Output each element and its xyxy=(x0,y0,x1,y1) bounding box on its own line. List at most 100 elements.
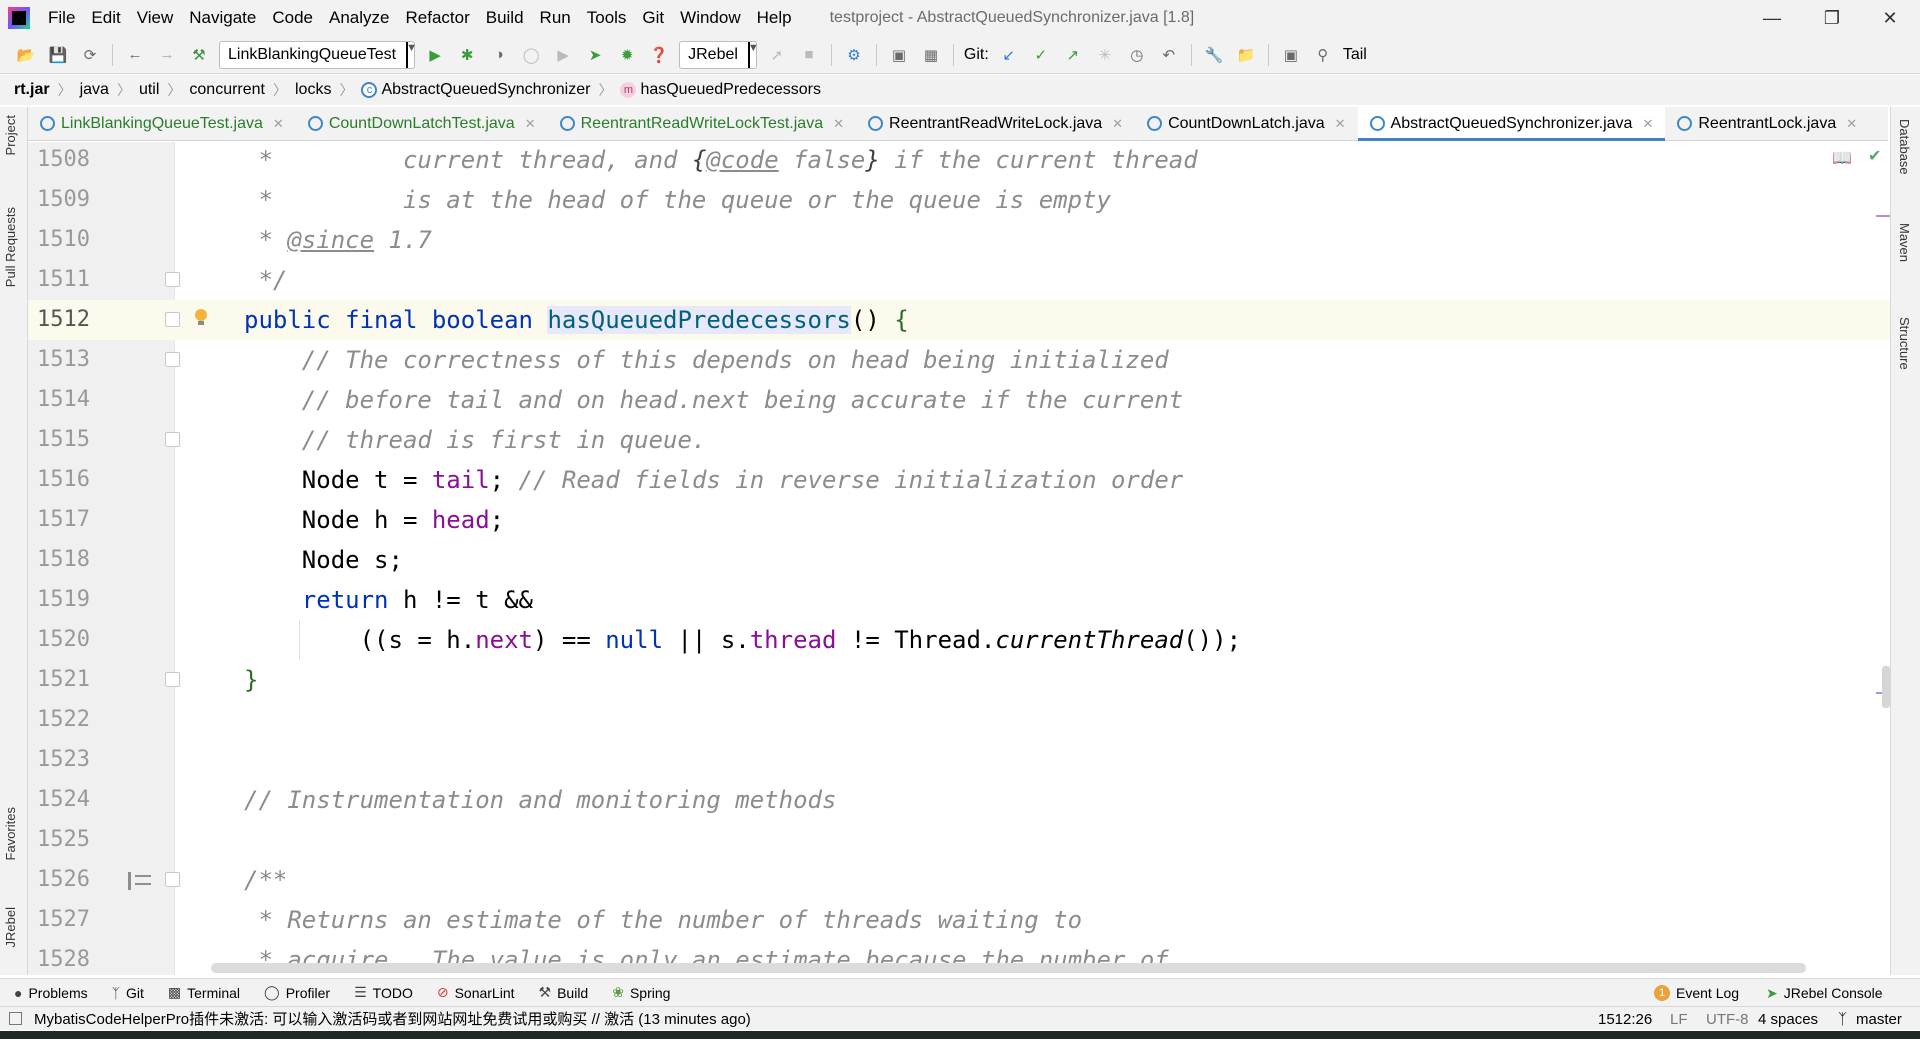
tab-reentrantlock[interactable]: ReentrantLock.java ✕ xyxy=(1665,107,1869,140)
presentation-icon[interactable]: ▣ xyxy=(1281,45,1301,65)
update-icon[interactable]: ⚙ xyxy=(844,45,864,65)
open-folder-icon[interactable]: 📂 xyxy=(16,45,36,65)
project-tool-button[interactable]: Project xyxy=(3,115,18,155)
jrebel-select[interactable]: JRebel ▼ xyxy=(679,40,759,69)
close-icon[interactable]: ✕ xyxy=(1335,116,1346,132)
fold-marker-icon[interactable] xyxy=(165,672,180,687)
build-tool-button[interactable]: ⚒ Build xyxy=(539,984,589,1001)
breadcrumb-util[interactable]: util xyxy=(139,81,159,99)
todo-tool-button[interactable]: ☰ TODO xyxy=(354,984,413,1001)
tab-countdownlatch[interactable]: CountDownLatch.java ✕ xyxy=(1135,107,1357,140)
menu-tools[interactable]: Tools xyxy=(581,8,633,28)
project-structure-icon[interactable]: 📁 xyxy=(1236,45,1256,65)
coverage-icon[interactable]: ◑ xyxy=(489,45,509,65)
breadcrumb-java[interactable]: java xyxy=(80,81,109,99)
forward-arrow-icon[interactable]: → xyxy=(157,45,177,65)
code-editor[interactable]: 1508 * current thread, and {@code false}… xyxy=(28,142,1890,975)
more-run-icon[interactable]: ▶ xyxy=(553,45,573,65)
git-history-icon[interactable]: ◷ xyxy=(1127,45,1147,65)
close-icon[interactable]: ✕ xyxy=(273,116,284,132)
lightbulb-icon[interactable] xyxy=(194,309,208,327)
restore-icon[interactable]: ❐ xyxy=(1802,0,1862,36)
menu-code[interactable]: Code xyxy=(266,8,319,28)
line-separator[interactable]: LF xyxy=(1670,1007,1688,1031)
menu-git[interactable]: Git xyxy=(636,8,670,28)
menu-window[interactable]: Window xyxy=(674,8,746,28)
stop-icon[interactable]: ■ xyxy=(799,45,819,65)
menu-navigate[interactable]: Navigate xyxy=(183,8,262,28)
tab-reentrantreadwritelocktest[interactable]: ReentrantReadWriteLockTest.java ✕ xyxy=(548,107,856,140)
close-icon[interactable]: ✕ xyxy=(525,116,536,132)
terminal-tool-button[interactable]: ▩ Terminal xyxy=(168,984,240,1001)
git-commit-icon[interactable]: ✓ xyxy=(1031,45,1051,65)
close-icon[interactable]: ✕ xyxy=(833,116,844,132)
back-arrow-icon[interactable]: ← xyxy=(125,45,145,65)
fold-marker-icon[interactable] xyxy=(165,352,180,367)
scroll-marker[interactable] xyxy=(1876,215,1890,217)
git-branch-label[interactable]: master xyxy=(1856,1007,1902,1031)
favorites-tool-button[interactable]: Favorites xyxy=(3,807,18,860)
inspection-ok-icon[interactable]: ✔ xyxy=(1868,146,1881,166)
help-icon[interactable]: ❓ xyxy=(649,45,669,65)
indent-setting[interactable]: 4 spaces xyxy=(1758,1007,1818,1031)
status-message[interactable]: MybatisCodeHelperPro插件未激活: 可以输入激活码或者到网站网… xyxy=(34,1008,751,1029)
menu-refactor[interactable]: Refactor xyxy=(399,8,475,28)
profile-icon[interactable]: ◯ xyxy=(521,45,541,65)
tail-button[interactable]: Tail xyxy=(1343,46,1367,64)
spring-tool-button[interactable]: ❀ Spring xyxy=(612,984,670,1001)
debug-icon[interactable]: ✱ xyxy=(457,45,477,65)
jrebel-debug-icon[interactable]: ✹ xyxy=(617,45,637,65)
jrebel-tool-button[interactable]: JRebel xyxy=(3,907,18,947)
structure-tool-button[interactable]: Structure xyxy=(1897,317,1912,370)
problems-tool-button[interactable]: ● Problems xyxy=(14,985,88,1001)
device-icon[interactable]: ▣ xyxy=(889,45,909,65)
menu-analyze[interactable]: Analyze xyxy=(323,8,395,28)
sdk-icon[interactable]: ▦ xyxy=(921,45,941,65)
git-branch-icon[interactable]: ✳ xyxy=(1095,45,1115,65)
file-encoding[interactable]: UTF-8 xyxy=(1706,1007,1749,1031)
status-toggle-icon[interactable] xyxy=(9,1012,22,1025)
fold-marker-icon[interactable] xyxy=(165,432,180,447)
menu-file[interactable]: File xyxy=(42,8,81,28)
event-log-button[interactable]: 1 Event Log xyxy=(1654,979,1739,1007)
run-config-select[interactable]: LinkBlankingQueueTest ▼ xyxy=(219,40,417,69)
breadcrumb-concurrent[interactable]: concurrent xyxy=(189,81,265,99)
build-hammer-icon[interactable]: ⚒ xyxy=(189,45,209,65)
breadcrumb-rt-jar[interactable]: rt.jar xyxy=(14,81,50,99)
git-push-icon[interactable]: ↗ xyxy=(1063,45,1083,65)
breadcrumb-class[interactable]: AbstractQueuedSynchronizer xyxy=(381,81,590,99)
javadoc-render-icon[interactable] xyxy=(128,872,151,890)
database-tool-button[interactable]: Database xyxy=(1897,119,1912,175)
save-all-icon[interactable]: 💾 xyxy=(48,45,68,65)
git-tool-button[interactable]: ᛉ Git xyxy=(112,985,144,1001)
fold-marker-icon[interactable] xyxy=(165,312,180,327)
sonarlint-tool-button[interactable]: ⊘ SonarLint xyxy=(437,984,515,1001)
settings-wrench-icon[interactable]: 🔧 xyxy=(1204,45,1224,65)
menu-build[interactable]: Build xyxy=(480,8,530,28)
minimize-icon[interactable]: — xyxy=(1742,0,1802,36)
tab-countdownlatchtest[interactable]: CountDownLatchTest.java ✕ xyxy=(296,107,548,140)
tab-reentrantreadwritelock[interactable]: ReentrantReadWriteLock.java ✕ xyxy=(856,107,1135,140)
fold-marker-icon[interactable] xyxy=(165,272,180,287)
git-rollback-icon[interactable]: ↶ xyxy=(1159,45,1179,65)
maven-tool-button[interactable]: Maven xyxy=(1897,223,1912,262)
search-icon[interactable]: ⚲ xyxy=(1313,45,1333,65)
jrebel-console-button[interactable]: ➤ JRebel Console xyxy=(1766,979,1883,1007)
attach-icon[interactable]: ➚ xyxy=(767,45,787,65)
horizontal-scrollbar[interactable] xyxy=(211,963,1806,973)
breadcrumb-locks[interactable]: locks xyxy=(295,81,331,99)
reader-mode-icon[interactable]: 📖 xyxy=(1832,148,1852,168)
pull-requests-tool-button[interactable]: Pull Requests xyxy=(3,207,18,287)
vertical-scrollbar[interactable] xyxy=(1882,666,1890,708)
git-update-icon[interactable]: ↙ xyxy=(999,45,1019,65)
tab-abstractqueuedsynchronizer[interactable]: AbstractQueuedSynchronizer.java ✕ xyxy=(1357,107,1666,141)
profiler-tool-button[interactable]: ◯ Profiler xyxy=(264,984,330,1001)
close-icon[interactable]: ✕ xyxy=(1112,116,1123,132)
menu-view[interactable]: View xyxy=(131,8,180,28)
sync-icon[interactable]: ⟳ xyxy=(80,45,100,65)
breadcrumb-method[interactable]: hasQueuedPredecessors xyxy=(640,81,821,99)
close-window-icon[interactable]: ✕ xyxy=(1860,0,1920,36)
close-icon[interactable]: ✕ xyxy=(1642,116,1653,132)
menu-help[interactable]: Help xyxy=(751,8,798,28)
close-icon[interactable]: ✕ xyxy=(1846,116,1857,132)
